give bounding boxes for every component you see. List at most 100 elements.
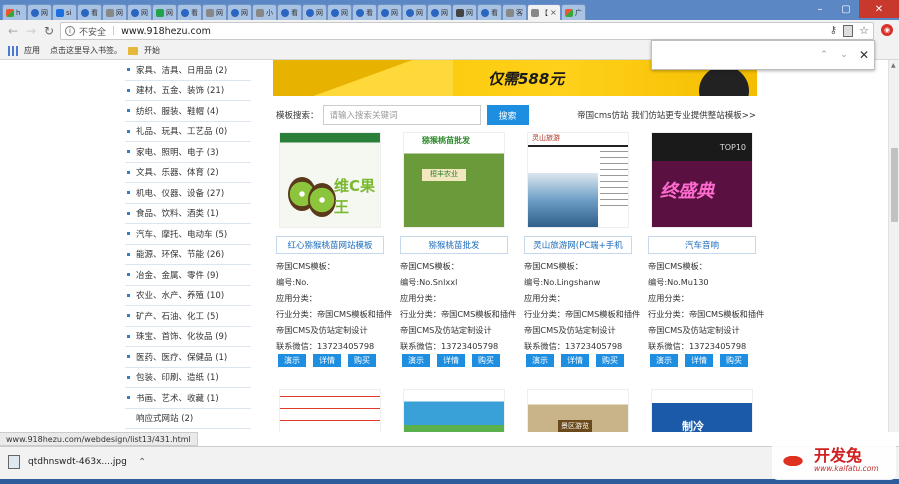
- buy-button[interactable]: 购买: [348, 354, 376, 367]
- template-title[interactable]: 汽车音响: [648, 236, 756, 254]
- info-icon[interactable]: i: [65, 26, 75, 36]
- page-icon[interactable]: [843, 24, 854, 37]
- maximize-icon[interactable]: ▢: [833, 0, 859, 18]
- find-close-icon[interactable]: ✕: [854, 48, 874, 62]
- minimize-icon[interactable]: –: [807, 0, 833, 18]
- category-link[interactable]: 书画、艺术、收藏 (1): [125, 388, 251, 409]
- extension-icon[interactable]: ◉: [881, 24, 893, 36]
- download-menu-icon[interactable]: ⌃: [138, 457, 146, 468]
- template-thumbnail[interactable]: 维C果王: [279, 132, 381, 228]
- page-scrollbar[interactable]: ▲: [888, 60, 899, 432]
- browser-tab[interactable]: 广: [561, 4, 586, 20]
- browser-tab[interactable]: h: [2, 4, 27, 20]
- browser-tab[interactable]: 看: [352, 4, 377, 20]
- template-thumbnail[interactable]: 灵山旅游: [527, 132, 629, 228]
- address-bar[interactable]: i 不安全 | www.918hezu.com ⚷ ☆: [60, 22, 874, 40]
- detail-button[interactable]: 详情: [561, 354, 589, 367]
- reload-icon[interactable]: ↻: [40, 22, 58, 40]
- find-next-icon[interactable]: ⌄: [834, 50, 854, 60]
- category-link[interactable]: 礼品、玩具、工艺品 (0): [125, 122, 251, 142]
- category-link[interactable]: 农业、水产、养殖 (10): [125, 286, 251, 306]
- browser-tab[interactable]: 网: [27, 4, 52, 20]
- browser-tab[interactable]: si: [52, 4, 77, 20]
- template-title[interactable]: 猕猴桃苗批发: [400, 236, 508, 254]
- browser-tab[interactable]: 网: [377, 4, 402, 20]
- detail-button[interactable]: 详情: [437, 354, 465, 367]
- category-link[interactable]: 纺织、服装、鞋帽 (4): [125, 101, 251, 122]
- browser-tab[interactable]: 网: [302, 4, 327, 20]
- category-link[interactable]: 珠宝、首饰、化妆品 (9): [125, 327, 251, 347]
- download-filename[interactable]: qtdhnswdt-463x....jpg: [28, 457, 127, 467]
- template-thumbnail[interactable]: 制冷: [651, 389, 753, 432]
- demo-button[interactable]: 演示: [278, 354, 306, 367]
- browser-tab[interactable]: 客: [502, 4, 527, 20]
- folder-icon[interactable]: [128, 46, 138, 55]
- service-tagline-link[interactable]: 帝国cms仿站 我们仿站更专业提供整站模板>>: [577, 109, 756, 121]
- template-thumbnail[interactable]: 景区游览: [527, 389, 629, 432]
- browser-tab[interactable]: 网: [127, 4, 152, 20]
- demo-button[interactable]: 演示: [650, 354, 678, 367]
- forward-icon[interactable]: →: [22, 22, 40, 40]
- url-text[interactable]: www.918hezu.com: [121, 26, 211, 37]
- template-thumbnail[interactable]: 猕猴桃苗批发 桓丰农业: [403, 132, 505, 228]
- category-link[interactable]: 食品、饮料、酒类 (1): [125, 204, 251, 224]
- window-close-icon[interactable]: ✕: [859, 0, 899, 18]
- template-title[interactable]: 灵山旅游网(PC端+手机: [524, 236, 632, 254]
- search-button[interactable]: 搜索: [486, 105, 529, 125]
- bullet-icon: [127, 191, 130, 195]
- find-prev-icon[interactable]: ⌃: [814, 50, 834, 60]
- demo-button[interactable]: 演示: [402, 354, 430, 367]
- buy-button[interactable]: 购买: [472, 354, 500, 367]
- scrollbar-thumb[interactable]: [891, 148, 898, 222]
- bookmark-star-icon[interactable]: ☆: [859, 24, 869, 37]
- browser-tab[interactable]: 网: [452, 4, 477, 20]
- category-link[interactable]: 家电、照明、电子 (3): [125, 142, 251, 163]
- category-link[interactable]: 家具、洁具、日用品 (2): [125, 60, 251, 81]
- category-link[interactable]: 建材、五金、装饰 (21): [125, 81, 251, 101]
- key-icon[interactable]: ⚷: [830, 25, 837, 36]
- template-title[interactable]: 红心猕猴桃苗网站模板: [276, 236, 384, 254]
- import-bookmarks-link[interactable]: 点击这里导入书签。: [50, 45, 122, 56]
- buy-button[interactable]: 购买: [720, 354, 748, 367]
- template-thumbnail[interactable]: [279, 389, 381, 432]
- browser-tab[interactable]: 【×: [527, 4, 561, 20]
- back-icon[interactable]: ←: [4, 22, 22, 40]
- category-link[interactable]: 包装、印刷、造纸 (1): [125, 368, 251, 388]
- browser-tab[interactable]: 网: [427, 4, 452, 20]
- cms-label: 帝国CMS模板：: [524, 261, 583, 271]
- browser-tab[interactable]: 看: [77, 4, 102, 20]
- browser-tab[interactable]: 网: [227, 4, 252, 20]
- detail-button[interactable]: 详情: [685, 354, 713, 367]
- detail-button[interactable]: 详情: [313, 354, 341, 367]
- download-item[interactable]: qtdhnswdt-463x....jpg: [8, 455, 127, 469]
- browser-tab[interactable]: 网: [202, 4, 227, 20]
- buy-button[interactable]: 购买: [596, 354, 624, 367]
- category-link[interactable]: 文具、乐器、体育 (2): [125, 163, 251, 183]
- apps-icon[interactable]: [8, 45, 18, 56]
- favicon-icon: [181, 8, 189, 17]
- category-link[interactable]: 矿产、石油、化工 (5): [125, 306, 251, 327]
- template-thumbnail[interactable]: TOP10 终盛典: [651, 132, 753, 228]
- category-link[interactable]: 医药、医疗、保健品 (1): [125, 347, 251, 368]
- browser-tab[interactable]: 看: [277, 4, 302, 20]
- browser-tab[interactable]: 看: [477, 4, 502, 20]
- browser-tab[interactable]: 小: [252, 4, 277, 20]
- search-input[interactable]: 请输入搜索关键词: [322, 105, 481, 125]
- scroll-up-icon[interactable]: ▲: [891, 62, 896, 69]
- category-link[interactable]: 冶金、金属、零件 (9): [125, 265, 251, 286]
- browser-tab[interactable]: 网: [152, 4, 177, 20]
- find-input[interactable]: [658, 44, 814, 66]
- demo-button[interactable]: 演示: [526, 354, 554, 367]
- start-bookmark[interactable]: 开始: [144, 45, 160, 56]
- browser-tab[interactable]: 网: [327, 4, 352, 20]
- tab-close-icon[interactable]: ×: [550, 8, 557, 17]
- browser-tab[interactable]: 网: [102, 4, 127, 20]
- browser-tab[interactable]: 看: [177, 4, 202, 20]
- template-thumbnail[interactable]: [403, 389, 505, 432]
- category-link[interactable]: 响应式网站 (2): [125, 409, 251, 429]
- browser-tab[interactable]: 网: [402, 4, 427, 20]
- category-link[interactable]: 汽车、摩托、电动车 (5): [125, 224, 251, 245]
- apps-label[interactable]: 应用: [24, 45, 40, 56]
- category-link[interactable]: 机电、仪器、设备 (27): [125, 183, 251, 204]
- category-link[interactable]: 能源、环保、节能 (26): [125, 245, 251, 265]
